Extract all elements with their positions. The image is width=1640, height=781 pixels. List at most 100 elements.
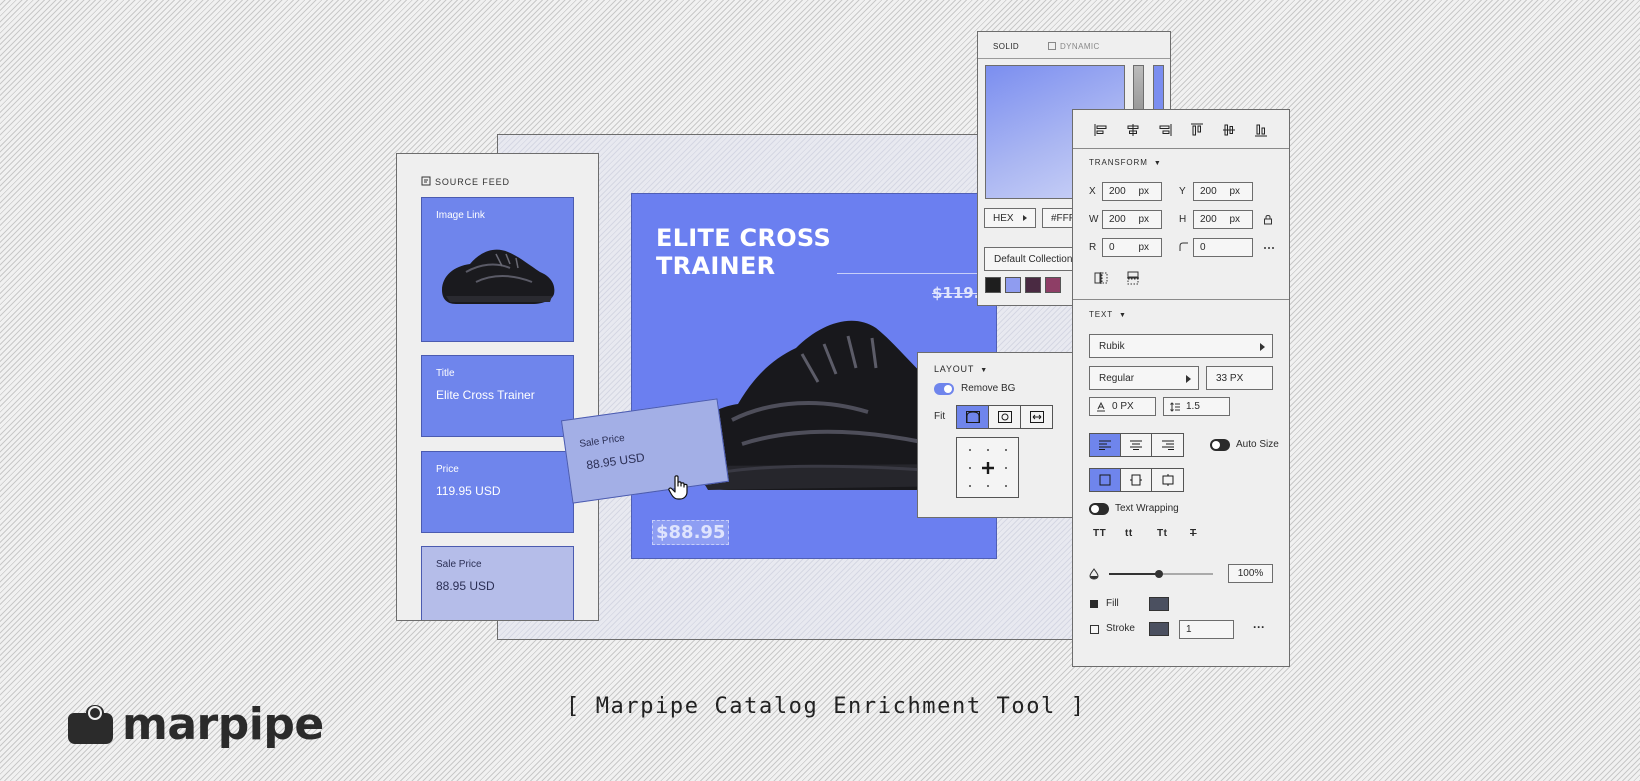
- align-middle-icon[interactable]: [1222, 123, 1236, 137]
- opacity-slider-fill: [1109, 573, 1159, 575]
- divider: [1073, 148, 1289, 149]
- chevron-down-icon: ▼: [1153, 160, 1162, 167]
- stroke-label: Stroke: [1106, 623, 1135, 634]
- tab-solid[interactable]: SOLID: [993, 42, 1019, 51]
- align-bottom-icon[interactable]: [1254, 123, 1268, 137]
- fit-contain-icon: [997, 411, 1012, 423]
- swatch-magenta[interactable]: [1045, 277, 1061, 293]
- auto-size-label: Auto Size: [1236, 439, 1279, 450]
- stroke-checkbox[interactable]: [1090, 625, 1099, 634]
- text-wrapping-toggle[interactable]: [1089, 503, 1109, 515]
- text-header: TEXT ▼: [1089, 310, 1127, 319]
- text-box-auto-width-button[interactable]: [1121, 469, 1152, 491]
- auto-size-toggle[interactable]: [1210, 439, 1230, 451]
- fit-fill-button[interactable]: [1020, 405, 1053, 429]
- feed-card-price[interactable]: Price 119.95 USD: [421, 451, 574, 533]
- font-family-select[interactable]: Rubik: [1089, 334, 1273, 358]
- more-options-icon[interactable]: [1263, 246, 1275, 250]
- h-input[interactable]: 200 px: [1193, 210, 1253, 229]
- align-top-icon[interactable]: [1190, 123, 1204, 137]
- text-align-right-button[interactable]: [1152, 434, 1183, 456]
- remove-bg-toggle[interactable]: [934, 383, 954, 395]
- divider: [1073, 299, 1289, 300]
- feed-card-value: 119.95 USD: [436, 484, 501, 498]
- swatch-periwinkle[interactable]: [1005, 277, 1021, 293]
- source-feed-header: SOURCE FEED: [421, 176, 510, 188]
- fill-color-swatch[interactable]: [1149, 597, 1169, 611]
- align-center-h-icon[interactable]: [1126, 123, 1140, 137]
- letter-spacing-input[interactable]: 0 PX: [1089, 397, 1156, 416]
- layout-panel: LAYOUT ▼ Remove BG Fit: [917, 352, 1073, 518]
- case-lowercase-button[interactable]: tt: [1125, 528, 1133, 539]
- fit-label: Fit: [934, 411, 946, 422]
- fit-cover-icon: [965, 411, 980, 423]
- text-align-left-button[interactable]: [1090, 434, 1121, 456]
- feed-card-title[interactable]: Title Elite Cross Trainer: [421, 355, 574, 437]
- text-box-auto-width-icon: [1130, 474, 1142, 486]
- text-box-fixed-icon: [1099, 474, 1111, 486]
- ad-sale-price[interactable]: $88.95: [652, 520, 730, 545]
- text-box-auto-height-button[interactable]: [1152, 469, 1183, 491]
- stroke-width-input[interactable]: 1: [1179, 620, 1234, 639]
- letter-spacing-icon: [1097, 402, 1105, 412]
- brand-wordmark: marpipe: [122, 699, 324, 750]
- text-box-fixed-button[interactable]: [1090, 469, 1121, 491]
- stroke-color-swatch[interactable]: [1149, 622, 1169, 636]
- opacity-input[interactable]: 100%: [1228, 564, 1273, 583]
- w-input[interactable]: 200 px: [1102, 210, 1162, 229]
- strikethrough-button[interactable]: T: [1190, 528, 1197, 539]
- feed-card-value: Elite Cross Trainer: [436, 388, 535, 402]
- opacity-drop-icon: [1089, 568, 1099, 580]
- source-feed-panel: SOURCE FEED Image Link Title Elite Cross…: [396, 153, 599, 621]
- text-box-auto-height-icon: [1162, 474, 1173, 486]
- dragged-card-label: Sale Price: [578, 432, 626, 451]
- line-height-icon: [1170, 402, 1180, 412]
- align-right-icon[interactable]: [1158, 123, 1172, 137]
- w-label: W: [1089, 214, 1099, 225]
- x-input[interactable]: 200 px: [1102, 182, 1162, 201]
- font-weight-select[interactable]: Regular: [1089, 366, 1199, 390]
- ad-title[interactable]: ELITE CROSS TRAINER: [656, 224, 856, 280]
- sneaker-thumbnail: [442, 249, 555, 304]
- corner-radius-input[interactable]: 0: [1193, 238, 1253, 257]
- font-size-input[interactable]: 33 PX: [1206, 366, 1273, 390]
- caret-right-icon: [1260, 343, 1265, 351]
- text-align-left-icon: [1099, 440, 1111, 450]
- feed-card-label: Image Link: [436, 210, 485, 221]
- align-left-icon[interactable]: [1094, 123, 1108, 137]
- opacity-slider-knob[interactable]: [1154, 570, 1163, 578]
- tab-dynamic[interactable]: DYNAMIC: [1060, 42, 1100, 51]
- r-label: R: [1089, 242, 1097, 253]
- marpipe-logo-icon: [68, 705, 113, 744]
- text-align-center-button[interactable]: [1121, 434, 1152, 456]
- color-format-select[interactable]: HEX: [984, 208, 1036, 228]
- flip-horizontal-icon[interactable]: [1094, 271, 1108, 285]
- anchor-grid[interactable]: [956, 437, 1019, 498]
- swatch-plum[interactable]: [1025, 277, 1041, 293]
- stroke-more-button[interactable]: ···: [1253, 620, 1265, 634]
- caption: [ Marpipe Catalog Enrichment Tool ]: [566, 694, 1086, 719]
- feed-card-sale-price[interactable]: Sale Price 88.95 USD: [421, 546, 574, 620]
- feed-card-label: Title: [436, 368, 455, 379]
- swatch-black[interactable]: [985, 277, 1001, 293]
- y-input[interactable]: 200 px: [1193, 182, 1253, 201]
- lock-icon[interactable]: [1263, 214, 1273, 225]
- opacity-slider-track[interactable]: [1109, 570, 1213, 578]
- fill-label: Fill: [1106, 598, 1119, 609]
- fill-checkbox[interactable]: [1090, 600, 1098, 608]
- caret-right-icon: [1023, 215, 1027, 221]
- fit-cover-button[interactable]: [956, 405, 989, 429]
- feed-card-label: Sale Price: [436, 559, 482, 570]
- text-box-group: [1089, 468, 1184, 492]
- case-titlecase-button[interactable]: Tt: [1157, 528, 1167, 539]
- fit-fill-icon: [1029, 411, 1044, 423]
- case-uppercase-button[interactable]: TT: [1093, 528, 1106, 539]
- line-height-input[interactable]: 1.5: [1163, 397, 1230, 416]
- picker-tabs: SOLID DYNAMIC: [978, 32, 1170, 59]
- fit-contain-button[interactable]: [988, 405, 1021, 429]
- properties-panel: TRANSFORM ▼ X 200 px Y 200 px W 200 px H 20…: [1072, 109, 1290, 667]
- feed-card-image-link[interactable]: Image Link: [421, 197, 574, 342]
- feed-icon: [421, 176, 431, 188]
- rotation-input[interactable]: 0 px: [1102, 238, 1162, 257]
- flip-vertical-icon[interactable]: [1126, 271, 1140, 285]
